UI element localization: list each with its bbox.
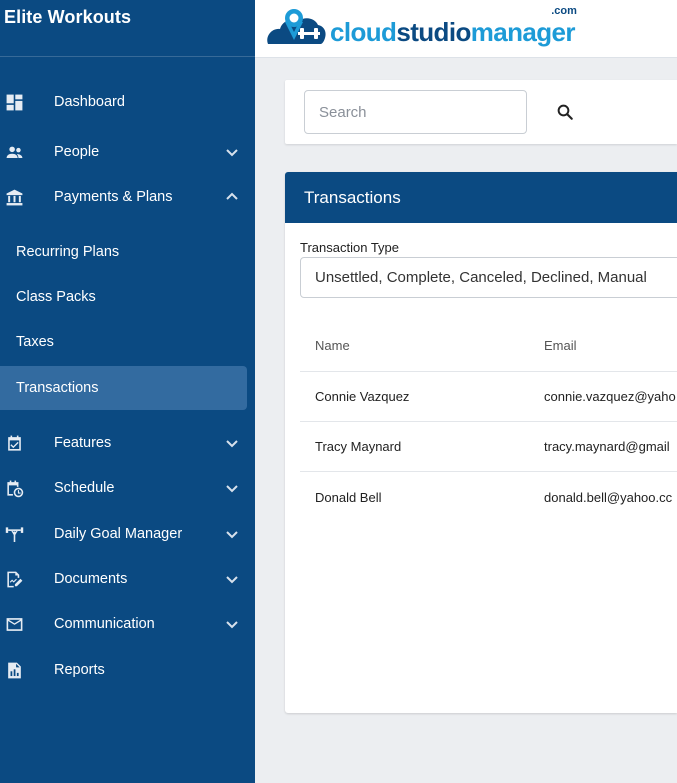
sidebar-item-label: Schedule [54,480,115,496]
logo-suffix: .com [551,4,577,17]
report-icon [4,660,24,680]
sidebar-subitem-label: Class Packs [16,289,96,305]
cell-name: Tracy Maynard [315,439,402,454]
sidebar-subitem-label: Recurring Plans [16,244,120,260]
logo-wordmark: cloudstudiomanager .com [330,5,577,48]
bank-icon [4,187,24,207]
transaction-type-value: Unsettled, Complete, Canceled, Declined,… [315,269,647,286]
cell-name: Connie Vazquez [315,389,410,404]
sidebar-item-payments-plans[interactable]: Payments & Plans [0,177,255,217]
cell-email: tracy.maynard@gmail [544,439,670,454]
document-edit-icon [4,569,24,589]
sidebar-item-label: Dashboard [54,94,125,110]
sidebar-subitem-transactions[interactable]: Transactions [0,366,247,410]
sidebar-item-schedule[interactable]: Schedule [0,468,255,508]
table-header-row: Name Email [300,320,677,372]
search-button[interactable] [553,100,577,124]
column-header-email[interactable]: Email [544,320,677,371]
chevron-down-icon [225,572,239,586]
transactions-header: Transactions [285,172,677,223]
sidebar-subitem-recurring-plans[interactable]: Recurring Plans [0,232,255,272]
logo-text-manager: manager [470,16,576,47]
transactions-table: Name Email Connie Vazquez connie.vazquez… [300,320,677,522]
table-row[interactable]: Donald Bell donald.bell@yahoo.cc [300,472,677,522]
weightlifter-icon [4,524,24,544]
transactions-card: Transactions Transaction Type Unsettled,… [285,172,677,713]
logo-mark-icon [264,6,328,50]
chevron-down-icon [225,145,239,159]
sidebar-item-documents[interactable]: Documents [0,559,255,599]
chevron-down-icon [225,481,239,495]
mail-icon [4,614,24,634]
cell-email: connie.vazquez@yaho [544,389,676,404]
search-input[interactable] [304,90,527,134]
cell-name: Donald Bell [315,489,382,505]
sidebar-subitem-label: Taxes [16,334,54,350]
transactions-title: Transactions [304,187,401,207]
sidebar-item-daily-goal-manager[interactable]: Daily Goal Manager [0,514,255,554]
people-icon [4,142,24,162]
sidebar-item-label: Documents [54,571,128,587]
sidebar-item-people[interactable]: People [0,132,255,172]
column-header-name[interactable]: Name [315,320,525,371]
chevron-up-icon [225,190,239,204]
check-box-icon [4,433,24,453]
sidebar-item-label: Daily Goal Manager [54,526,183,542]
sidebar-item-label: Communication [54,616,155,632]
cell-email: donald.bell@yahoo.cc [544,489,673,505]
table-row[interactable]: Connie Vazquez connie.vazquez@yaho [300,372,677,422]
search-icon [557,104,573,120]
sidebar-subitem-taxes[interactable]: Taxes [0,322,255,362]
sidebar-item-features[interactable]: Features [0,423,255,463]
sidebar-subitem-label: Transactions [16,380,99,396]
sidebar-item-reports[interactable]: Reports [0,650,255,690]
calendar-clock-icon [4,478,24,498]
sidebar-item-dashboard[interactable]: Dashboard [0,82,255,122]
sidebar: Elite Workouts Dashboard People Payments… [0,0,255,783]
top-bar: cloudstudiomanager .com [255,0,677,58]
brand-logo[interactable]: cloudstudiomanager .com [264,5,577,50]
sidebar-item-label: Reports [54,662,105,678]
app-title: Elite Workouts [4,6,132,27]
sidebar-subitem-class-packs[interactable]: Class Packs [0,277,255,317]
logo-text-cloud: cloud [330,16,397,47]
sidebar-item-label: People [54,144,100,160]
sidebar-item-communication[interactable]: Communication [0,604,255,644]
transaction-type-label: Transaction Type [300,240,399,255]
transaction-type-select[interactable]: Unsettled, Complete, Canceled, Declined,… [300,257,677,298]
sidebar-header: Elite Workouts [0,0,255,57]
chevron-down-icon [225,527,239,541]
table-row[interactable]: Tracy Maynard tracy.maynard@gmail [300,422,677,472]
dashboard-icon [4,92,24,112]
chevron-down-icon [225,436,239,450]
chevron-down-icon [225,617,239,631]
search-card [285,80,677,144]
sidebar-item-label: Features [54,435,112,451]
sidebar-item-label: Payments & Plans [54,189,173,205]
logo-text-studio: studio [396,16,471,47]
